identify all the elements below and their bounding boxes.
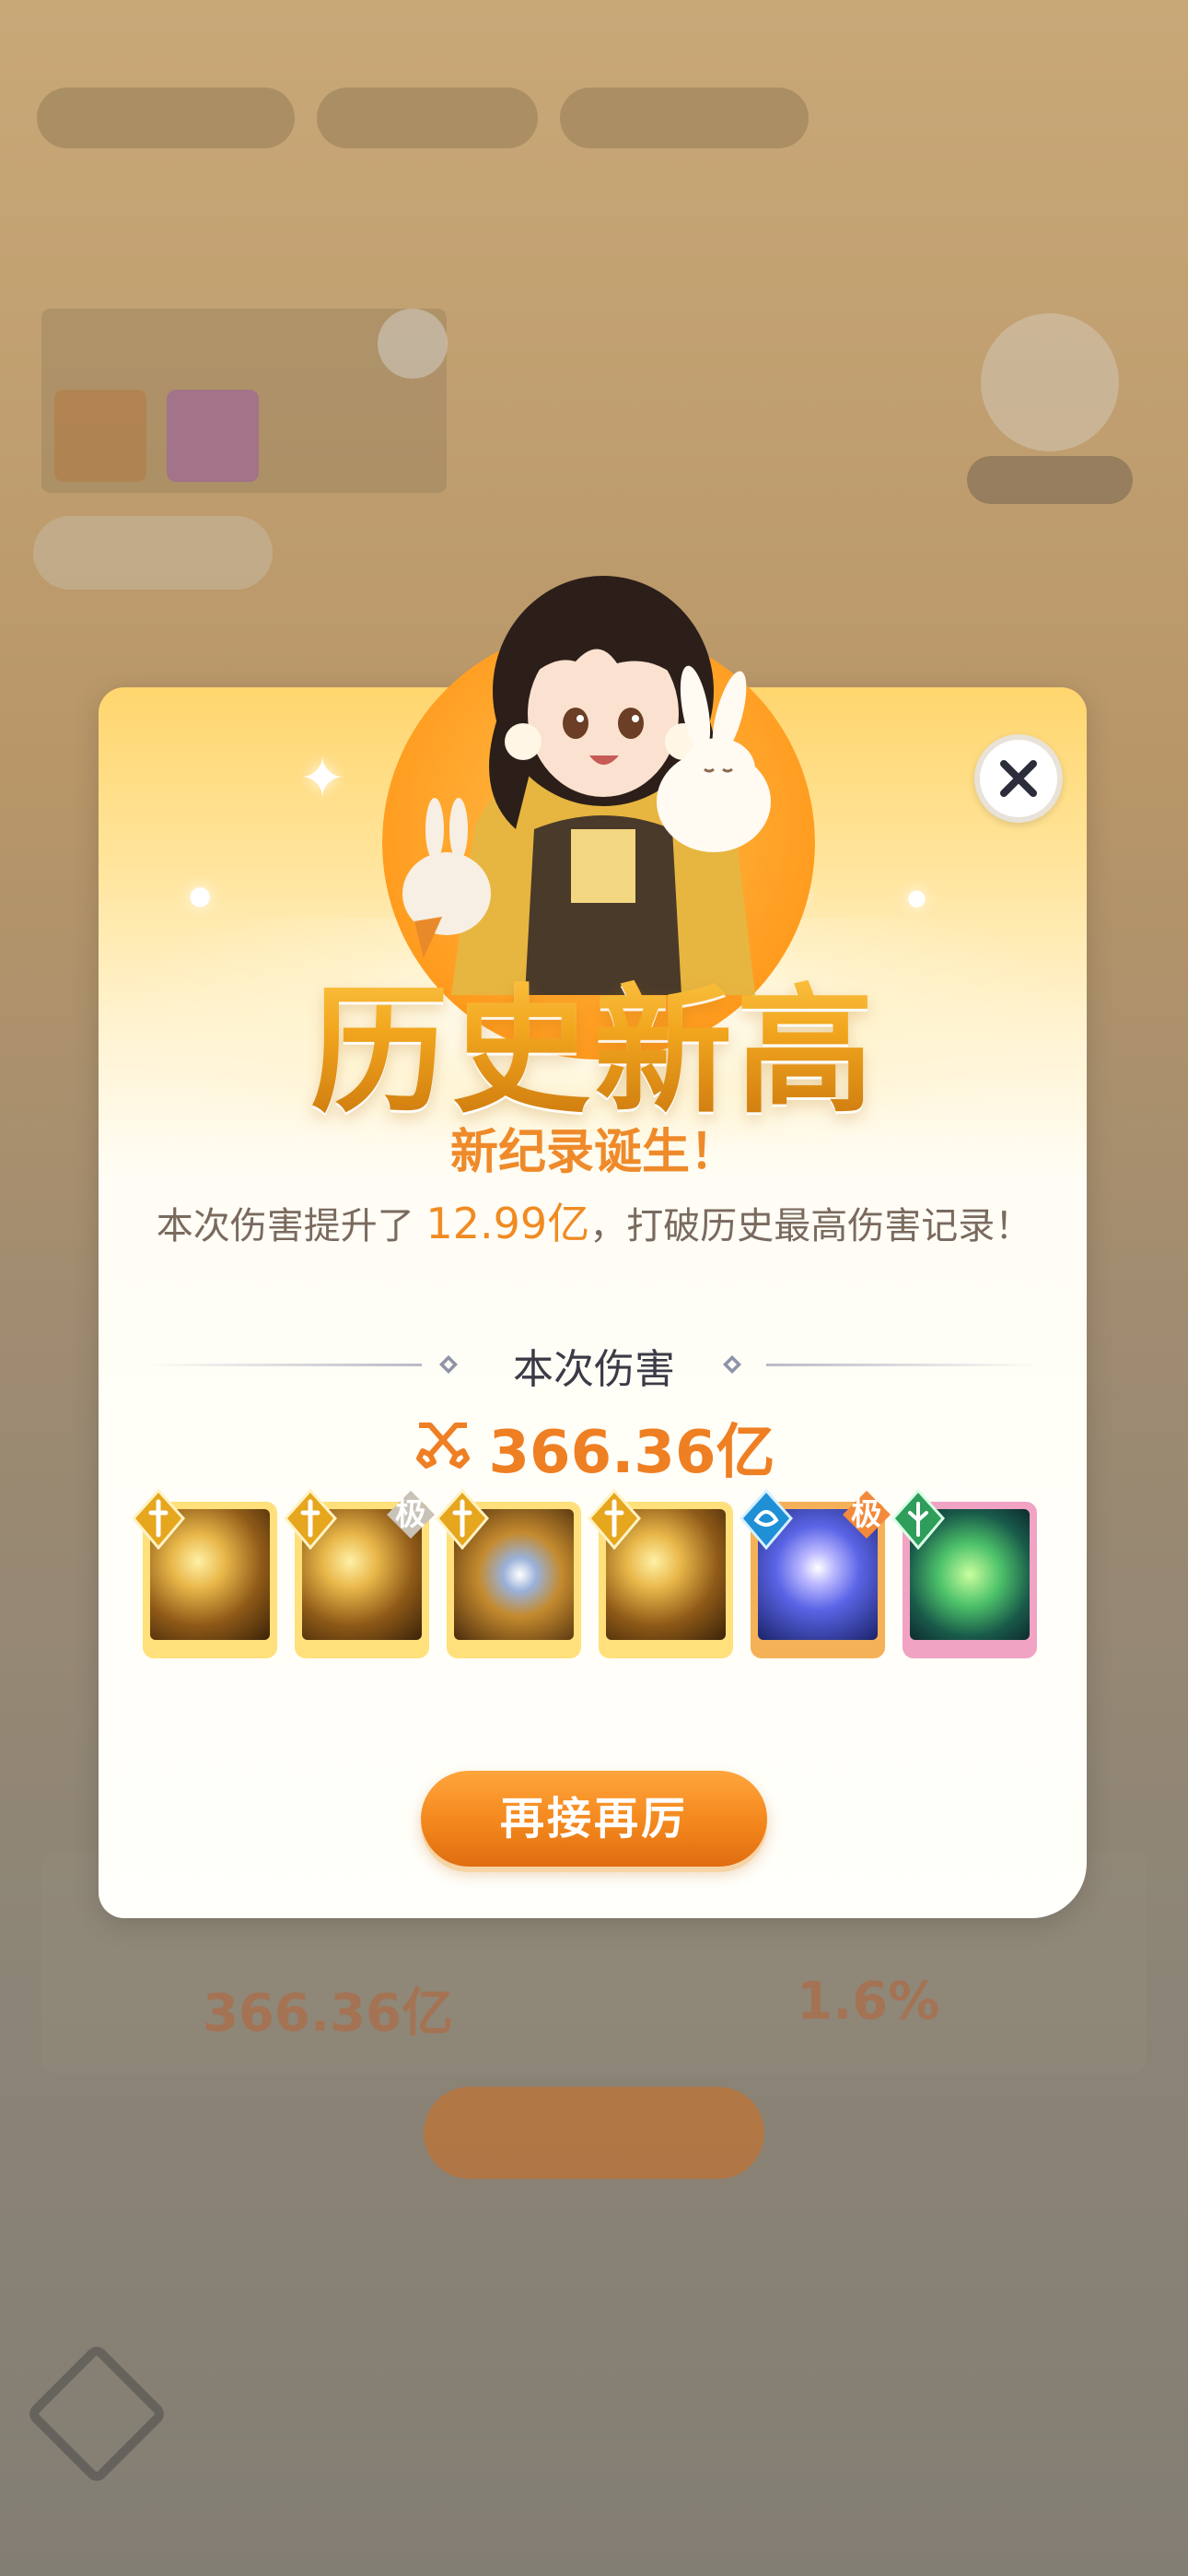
skill-card[interactable] xyxy=(436,1489,581,1658)
sparkle-icon: ✦ xyxy=(299,746,346,811)
skill-card[interactable] xyxy=(588,1489,733,1658)
reward-item xyxy=(167,390,259,482)
try-again-button[interactable]: 再接再厉 xyxy=(421,1771,767,1867)
resource-chip xyxy=(37,88,295,148)
bg-challenge-button xyxy=(424,2087,764,2179)
sword-element-badge-icon xyxy=(284,1489,337,1550)
bg-damage-value: 366.36亿 xyxy=(203,1984,454,2043)
divider-right xyxy=(766,1364,1042,1366)
sword-element-badge-icon xyxy=(588,1489,641,1550)
skill-card[interactable]: 极 xyxy=(284,1489,435,1658)
skill-card[interactable] xyxy=(132,1489,277,1658)
magnifier-icon xyxy=(378,309,448,379)
resource-chip xyxy=(317,88,538,148)
water-element-badge-icon xyxy=(740,1489,793,1550)
wood-element-badge-icon xyxy=(891,1489,945,1550)
popup-description: 本次伤害提升了 12.99亿，打破历史最高伤害记录！ xyxy=(0,1190,1188,1251)
damage-total-value: 366.36亿 xyxy=(488,1419,775,1487)
close-button[interactable] xyxy=(974,734,1063,823)
skill-card[interactable] xyxy=(891,1489,1037,1658)
rank-label xyxy=(967,456,1133,504)
popup-subtitle: 新纪录诞生！ xyxy=(449,1125,738,1180)
popup-title: 历史新高 xyxy=(0,940,1188,1140)
sparkle-icon: ● xyxy=(907,884,926,910)
sword-element-badge-icon xyxy=(436,1489,489,1550)
crossed-swords-icon xyxy=(415,1423,470,1469)
sword-element-badge-icon xyxy=(132,1489,185,1550)
damage-increase-value: 12.99亿 xyxy=(425,1199,590,1248)
settings-diamond-icon xyxy=(25,2342,169,2486)
diamond-ornament-icon xyxy=(723,1355,741,1374)
reward-item xyxy=(54,390,146,482)
close-icon xyxy=(1000,760,1037,797)
rank-icon xyxy=(981,313,1119,451)
bg-percent-value: 1.6% xyxy=(797,1972,940,2032)
personal-reward-pill xyxy=(33,516,273,590)
top-status-bar xyxy=(37,88,829,161)
skill-list: 极 极 xyxy=(132,1489,1059,1660)
damage-total-row: 366.36亿 xyxy=(0,1405,1188,1490)
desc-prefix: 本次伤害提升了 xyxy=(156,1205,426,1247)
character-illustration xyxy=(402,576,771,995)
resource-chip xyxy=(560,88,809,148)
skill-card[interactable]: 极 xyxy=(740,1489,891,1658)
desc-suffix: ，打破历史最高伤害记录！ xyxy=(589,1205,1032,1247)
sparkle-icon: ● xyxy=(189,880,212,910)
